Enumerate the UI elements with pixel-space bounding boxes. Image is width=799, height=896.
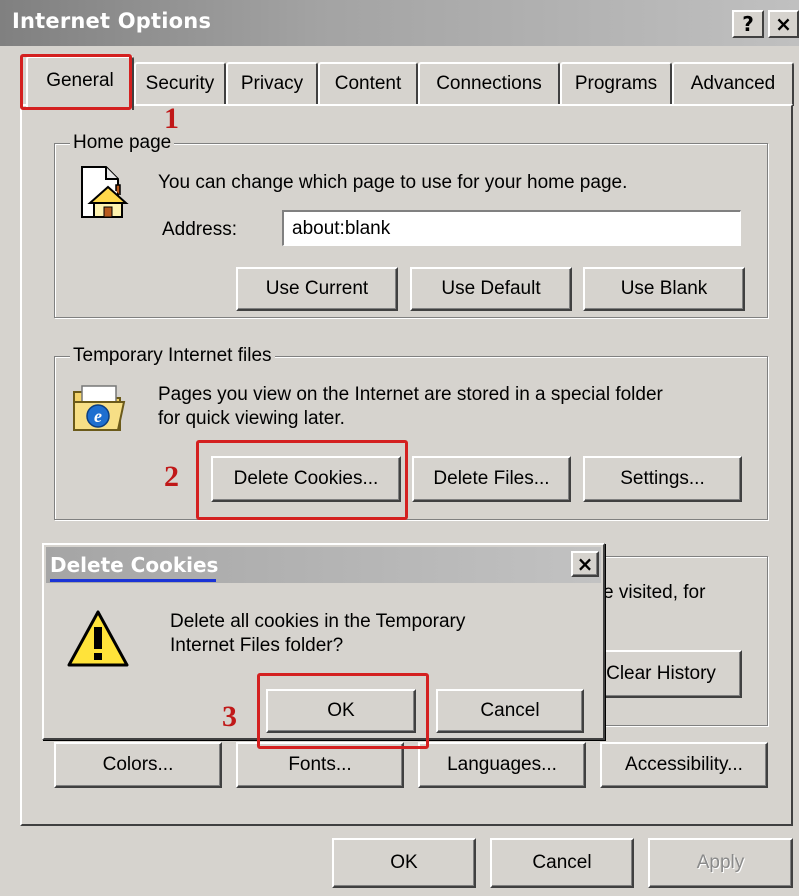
accessibility-button[interactable]: Accessibility... [600,742,768,788]
cancel-button[interactable]: Cancel [490,838,634,888]
apply-button[interactable]: Apply [648,838,793,888]
warning-icon [67,610,129,667]
title-bar[interactable]: Internet Options ? × [0,0,799,46]
window-title: Internet Options [12,9,212,33]
tab-advanced[interactable]: Advanced [672,62,794,106]
address-label: Address: [162,219,237,240]
step1-marker: 1 [164,102,179,135]
tab-advanced-label: Advanced [690,73,776,94]
close-button[interactable]: × [768,10,799,38]
tab-content[interactable]: Content [318,62,418,106]
temp-files-folder-icon: e [73,385,126,431]
colors-button[interactable]: Colors... [54,742,222,788]
languages-button[interactable]: Languages... [418,742,586,788]
dialog-title: Delete Cookies [50,553,219,577]
tab-programs-label: Programs [574,73,658,94]
dialog-title-underline [50,579,216,582]
home-page-legend: Home page [70,132,175,154]
temp-files-legend: Temporary Internet files [70,345,275,367]
tab-programs[interactable]: Programs [560,62,672,106]
dialog-message-2: Internet Files folder? [170,635,344,656]
home-page-description: You can change which page to use for you… [158,172,628,193]
tab-connections[interactable]: Connections [418,62,560,106]
use-current-button[interactable]: Use Current [236,267,398,311]
step2-highlight [196,440,408,520]
ok-button[interactable]: OK [332,838,476,888]
temp-files-description-2: for quick viewing later. [158,408,345,429]
dialog-close-button[interactable]: × [571,551,599,577]
address-input[interactable]: about:blank [282,210,741,246]
temp-files-description-1: Pages you view on the Internet are store… [158,384,663,405]
tab-privacy[interactable]: Privacy [226,62,318,106]
use-blank-button[interactable]: Use Blank [583,267,745,311]
dialog-title-bar[interactable]: Delete Cookies × [46,547,601,583]
settings-button[interactable]: Settings... [583,456,742,502]
step3-highlight [257,673,429,749]
svg-text:e: e [94,406,102,426]
use-default-button[interactable]: Use Default [410,267,572,311]
tab-connections-label: Connections [436,73,542,94]
tab-content-label: Content [334,73,402,94]
dialog-cancel-button[interactable]: Cancel [436,689,584,733]
step3-marker: 3 [222,700,237,733]
tab-security[interactable]: Security [134,62,226,106]
tab-security-label: Security [145,73,215,94]
delete-files-button[interactable]: Delete Files... [412,456,571,502]
step2-marker: 2 [164,460,179,493]
tab-privacy-label: Privacy [240,73,304,94]
help-button[interactable]: ? [732,10,764,38]
history-description: e visited, for [603,582,706,603]
dialog-message-1: Delete all cookies in the Temporary [170,611,466,632]
step1-highlight [20,54,132,110]
home-page-icon [81,166,129,218]
